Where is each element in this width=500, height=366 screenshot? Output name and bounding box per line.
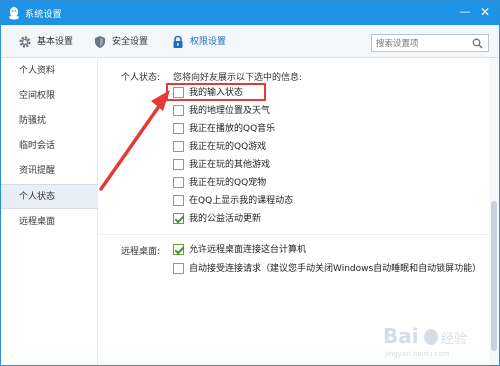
sidebar-item-temp-chat[interactable]: 临时会话 [1, 134, 98, 159]
sidebar-item-label: 个人状态 [19, 192, 56, 202]
checkbox-box[interactable] [173, 263, 184, 274]
checkbox-box[interactable] [173, 195, 184, 206]
checkbox-label: 我正在播放的QQ音乐 [189, 124, 276, 134]
sidebar-item-label: 个人资料 [19, 66, 56, 76]
checkbox-label: 我的地理位置及天气 [189, 106, 271, 116]
shield-icon [95, 36, 105, 48]
checkbox-label: 我正在玩的其他游戏 [189, 160, 271, 170]
sidebar-item-label: 资讯提醒 [19, 166, 56, 176]
checkbox-label: 我正在玩的QQ宠物 [189, 178, 267, 188]
checkbox-box[interactable] [173, 141, 184, 152]
sidebar-item-anti-harassment[interactable]: 防骚扰 [1, 109, 98, 134]
window-title: 系统设置 [25, 10, 62, 20]
tab-basic-settings-label: 基本设置 [37, 37, 74, 47]
personal-status-section-label: 个人状态: [121, 73, 161, 83]
lock-icon [173, 35, 183, 48]
personal-status-description: 您将向好友展示以下选中的信息: [173, 73, 303, 83]
sidebar-item-remote-desktop[interactable]: 远程桌面 [1, 210, 98, 235]
checkbox-label: 我的公益活动更新 [189, 214, 262, 224]
checkbox-label: 在QQ上显示我的课程动态 [189, 196, 294, 206]
settings-sidebar: 个人资料 空间权限 防骚扰 临时会话 资讯提醒 个人状态 远程桌面 [1, 59, 98, 365]
sidebar-item-news-alerts[interactable]: 资讯提醒 [1, 159, 98, 184]
gear-icon [19, 36, 31, 48]
svg-text:Bai: Bai [383, 324, 419, 348]
highlight-box [166, 83, 266, 101]
sidebar-item-space-permission[interactable]: 空间权限 [1, 84, 98, 109]
checkbox-label: 我正在玩的QQ游戏 [189, 142, 267, 152]
checkbox-box[interactable] [173, 177, 184, 188]
sidebar-item-label: 防骚扰 [19, 116, 47, 126]
sidebar-item-profile[interactable]: 个人资料 [1, 59, 98, 84]
svg-text:经验: 经验 [441, 331, 467, 347]
checkbox-box[interactable] [173, 159, 184, 170]
watermark-logo: Bai 经验 jingyan.baidu.com [383, 324, 467, 358]
checkbox-box[interactable] [173, 244, 184, 255]
sidebar-item-label: 远程桌面 [19, 217, 56, 227]
checkbox-label: 自动接受连接请求（建议您手动关闭Windows自动睡眠和自动锁屏功能） [189, 264, 482, 274]
search-input[interactable] [376, 37, 468, 50]
qq-penguin-icon [9, 7, 19, 20]
tab-permission-settings-label: 权限设置 [190, 37, 227, 47]
search-icon[interactable] [472, 38, 483, 49]
checkbox-label: 允许远程桌面连接这台计算机 [189, 245, 307, 255]
sidebar-item-personal-status[interactable]: 个人状态 [1, 184, 98, 209]
search-settings-box[interactable] [371, 34, 489, 52]
tab-permission-settings[interactable]: 权限设置 [171, 34, 241, 50]
svg-text:jingyan.baidu.com: jingyan.baidu.com [384, 350, 450, 358]
checkbox-box[interactable] [173, 105, 184, 116]
tab-basic-settings[interactable]: 基本设置 [18, 34, 88, 50]
tab-security-settings-label: 安全设置 [112, 37, 149, 47]
tab-security-settings[interactable]: 安全设置 [93, 34, 163, 50]
checkbox-box[interactable] [173, 213, 184, 224]
scrollbar-thumb[interactable] [491, 201, 497, 351]
sidebar-item-label: 临时会话 [19, 141, 56, 151]
checkbox-box[interactable] [173, 123, 184, 134]
close-button[interactable]: ✕ [478, 5, 492, 19]
remote-desktop-section-label: 远程桌面: [121, 247, 161, 257]
minimize-button[interactable]: — [458, 5, 472, 19]
sidebar-item-label: 空间权限 [19, 91, 56, 101]
title-bar[interactable]: 系统设置 — ✕ [1, 1, 499, 25]
settings-window: 系统设置 — ✕ 基本设置 安全设置 权限设置 搜索设置项 个人资料 空间权限 … [0, 0, 500, 366]
section-divider [99, 234, 489, 235]
